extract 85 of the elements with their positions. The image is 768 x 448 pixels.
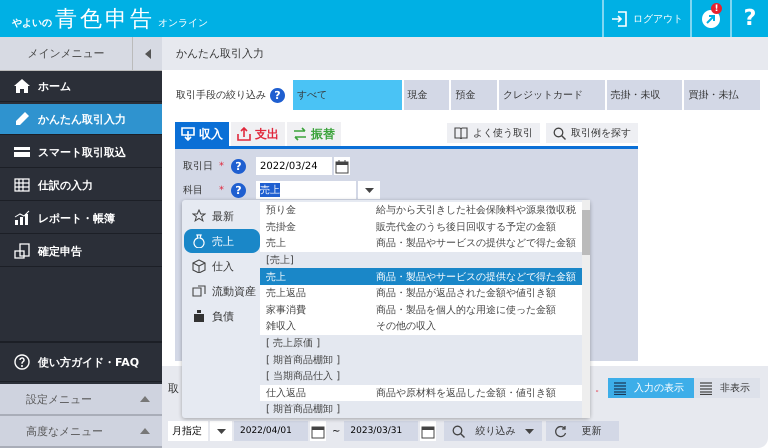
- weight-icon: [192, 309, 206, 323]
- book-icon: [454, 127, 468, 139]
- logo-prefix: やよいの: [12, 16, 52, 30]
- home-icon: [14, 78, 30, 94]
- account-option[interactable]: 売掛金 販売代金のうち後日回収する予定の金額: [260, 218, 582, 236]
- note-mark: 。: [595, 382, 605, 395]
- account-option[interactable]: 雑収入 その他の収入: [260, 318, 582, 335]
- account-option[interactable]: 売上返品 商品・製品が返品された金額や値引き額: [260, 284, 582, 302]
- logo-suffix: オンライン: [158, 16, 208, 30]
- notification-badge: !: [711, 3, 722, 14]
- tray-up-icon: [237, 127, 251, 141]
- box-icon: [192, 259, 206, 273]
- logout-icon: [611, 10, 627, 26]
- period-select[interactable]: 月指定: [168, 421, 208, 441]
- end-date-field[interactable]: 2023/03/31: [344, 421, 418, 441]
- caret-icon: [525, 428, 534, 434]
- page-title: かんたん取引入力: [162, 37, 768, 70]
- account-option[interactable]: 預り金 給与から天引きした社会保険料や源泉徴収税: [260, 202, 582, 219]
- account-option[interactable]: [売上]: [260, 252, 582, 268]
- section-label: 取: [168, 380, 179, 396]
- table-icon: [14, 177, 30, 193]
- field-label: 取引日: [183, 160, 214, 173]
- tray-down-icon: [181, 127, 195, 141]
- filter-tab[interactable]: 売掛・未収: [606, 80, 682, 110]
- star-icon: [192, 209, 206, 223]
- filter-label: 取引手段の絞り込み: [176, 88, 266, 102]
- filter-tab[interactable]: 預金: [451, 80, 498, 110]
- lines-icon: [700, 382, 712, 394]
- filter-tab[interactable]: クレジットカード: [499, 80, 605, 110]
- entry-tab[interactable]: 収入: [175, 122, 229, 146]
- triangle-up-icon: [140, 396, 150, 402]
- category-item[interactable]: 仕入: [184, 254, 260, 278]
- category-item[interactable]: 負債: [184, 304, 260, 328]
- caret-icon: [364, 188, 374, 192]
- bar-chart-icon: [14, 210, 30, 226]
- menu-expander[interactable]: 高度なメニュー: [0, 416, 162, 448]
- date-field[interactable]: 2022/03/24: [256, 157, 332, 175]
- quick-action-button[interactable]: よく使う取引: [447, 123, 540, 143]
- entry-tab[interactable]: 支出: [231, 122, 285, 146]
- calendar-icon[interactable]: [334, 157, 350, 175]
- category-item[interactable]: 流動資産: [184, 279, 260, 303]
- refresh-icon: [554, 424, 568, 438]
- filter-tab[interactable]: 現金: [404, 80, 450, 110]
- required-mark: *: [219, 160, 225, 172]
- help-icon[interactable]: ?: [231, 158, 246, 174]
- search-icon: [553, 126, 566, 140]
- quick-action-button[interactable]: 取引例を探す: [546, 123, 638, 143]
- range-separator: ~: [332, 426, 340, 436]
- lines-icon: [614, 382, 626, 394]
- menu-expander[interactable]: 設定メニュー: [0, 384, 162, 416]
- guide-link[interactable]: 使い方ガイド・FAQ: [0, 341, 162, 382]
- account-option[interactable]: [ 期首商品棚卸 ]: [260, 401, 582, 418]
- filter-tab[interactable]: すべて: [293, 80, 402, 110]
- card-icon: [14, 144, 30, 160]
- search-icon: [452, 424, 466, 438]
- dropdown-button[interactable]: [210, 421, 232, 441]
- document-icon: [14, 243, 30, 259]
- swap-arrows-icon: [293, 127, 307, 141]
- help-icon[interactable]: ?: [231, 182, 246, 198]
- help-icon[interactable]: ?: [270, 88, 285, 102]
- sidebar-title: メインメニュー: [26, 46, 106, 62]
- pencil-icon: [14, 111, 30, 127]
- refresh-button[interactable]: 更新: [546, 421, 620, 441]
- account-option[interactable]: 売上 商品・製品やサービスの提供などで得た金額: [260, 235, 582, 252]
- scrollbar[interactable]: [582, 200, 590, 418]
- notification-icon: [701, 8, 721, 28]
- account-select[interactable]: 売上: [256, 181, 356, 199]
- required-mark: *: [219, 184, 225, 196]
- account-option[interactable]: 仕入返品 商品や原材料を返品した金額・値引き額: [260, 384, 582, 402]
- logo-title: 青色申告: [55, 6, 155, 34]
- triangle-up-icon: [140, 428, 150, 434]
- category-item[interactable]: 売上: [184, 229, 260, 253]
- category-item[interactable]: 最新: [184, 204, 260, 228]
- calendar-icon[interactable]: [310, 421, 326, 441]
- account-option[interactable]: 売上 商品・製品やサービスの提供などで得た金額: [260, 268, 582, 285]
- start-date-field[interactable]: 2022/04/01: [234, 421, 308, 441]
- triangle-left-icon: [144, 48, 150, 58]
- dropdown-button[interactable]: [358, 181, 380, 199]
- filter-tab[interactable]: 買掛・未払: [684, 80, 760, 110]
- filter-button[interactable]: 絞り込み: [444, 421, 542, 441]
- field-label: 科目: [183, 184, 204, 197]
- calendar-icon[interactable]: [420, 421, 436, 441]
- question-circle-icon: [14, 354, 30, 370]
- caret-icon: [216, 428, 226, 434]
- account-option[interactable]: 家事消費 商品・製品を個人的な用途に使った金額: [260, 302, 582, 318]
